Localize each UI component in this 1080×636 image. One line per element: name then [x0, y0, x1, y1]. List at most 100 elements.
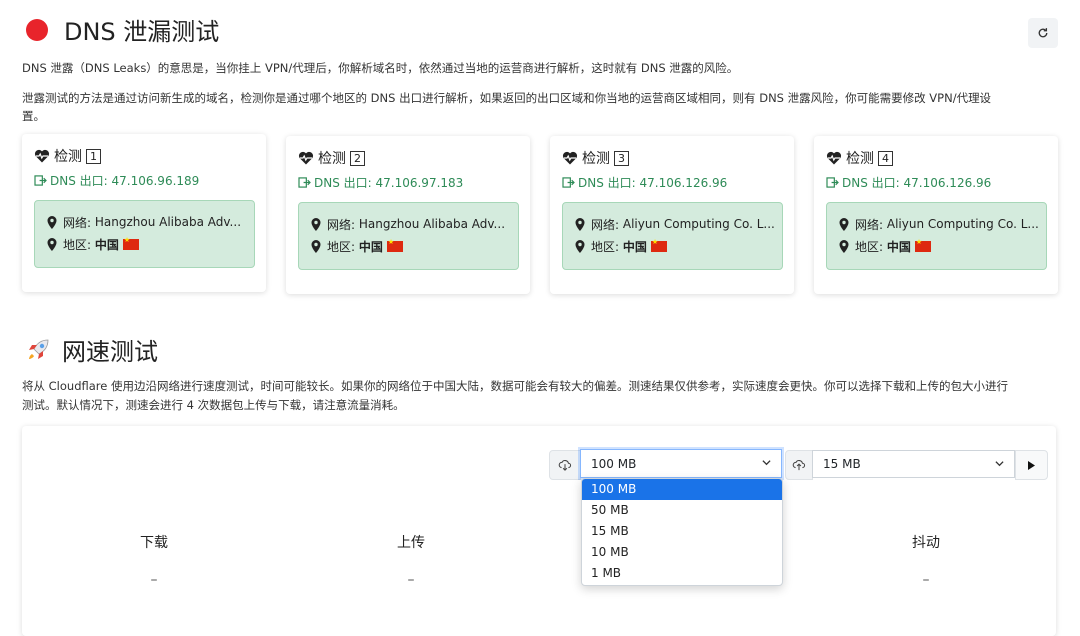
map-pin-icon [311, 239, 321, 253]
download-size-value: 100 MB [591, 456, 637, 471]
heartbeat-icon [34, 149, 50, 163]
region-line: 地区: 中国 [47, 233, 254, 255]
network-value: Aliyun Computing Co. L... [622, 217, 775, 231]
region-value: 中国 [622, 239, 647, 254]
region-label: 地区: [855, 239, 884, 254]
network-value: Hangzhou Alibaba Adv... [358, 217, 506, 231]
china-flag-icon [914, 238, 931, 252]
region-line: 地区: 中国 [575, 235, 782, 257]
map-pin-icon [839, 217, 849, 231]
card-number: 4 [878, 150, 893, 166]
download-size-select[interactable]: 100 MB [580, 449, 782, 478]
card-number: 3 [614, 150, 629, 166]
card-title: 检测 3 [562, 148, 629, 168]
region-line: 地区: 中国 [839, 235, 1046, 257]
refresh-button[interactable] [1028, 18, 1058, 48]
dropdown-option[interactable]: 1 MB [582, 563, 782, 584]
dns-test-card-2: 检测 2 DNS 出口: 47.106.97.183 网络: Hangzhou … [286, 136, 530, 294]
dns-description-2a: 泄露测试的方法是通过访问新生成的域名，检测你是通过哪个地区的 DNS 出口进行解… [22, 91, 992, 105]
map-pin-icon [575, 217, 585, 231]
map-pin-icon [47, 215, 57, 229]
map-pin-icon [47, 237, 57, 251]
region-line: 地区: 中国 [311, 235, 518, 257]
upload-size-value: 15 MB [823, 457, 861, 471]
cloud-download-icon [558, 460, 572, 471]
start-speed-test-button[interactable] [1015, 450, 1048, 480]
card-label: 检测 [54, 149, 82, 165]
network-label: 网络: [591, 217, 620, 232]
dns-test-card-3: 检测 3 DNS 出口: 47.106.126.96 网络: Aliyun Co… [550, 136, 794, 294]
dropdown-option[interactable]: 50 MB [582, 500, 782, 521]
refresh-icon [1038, 28, 1048, 38]
speed-title-text: 网速测试 [62, 338, 158, 366]
region-label: 地区: [327, 239, 356, 254]
network-label: 网络: [327, 217, 356, 232]
exit-icon [298, 177, 311, 188]
network-line: 网络: Aliyun Computing Co. L... [575, 213, 782, 235]
jitter-label: 抖动 [912, 535, 940, 551]
upload-size-select[interactable]: 15 MB [812, 450, 1015, 478]
speed-section-title: 网速测试 [24, 332, 158, 367]
download-size-addon [549, 450, 581, 480]
card-label: 检测 [846, 151, 874, 167]
heartbeat-icon [562, 151, 578, 165]
network-line: 网络: Aliyun Computing Co. L... [839, 213, 1046, 235]
upload-value: – [407, 572, 415, 588]
dns-exit: DNS 出口: 47.106.96.189 [34, 172, 199, 189]
heartbeat-icon [298, 151, 314, 165]
card-number: 1 [86, 148, 101, 164]
dns-exit-text: DNS 出口: 47.106.126.96 [578, 176, 728, 190]
china-flag-icon [386, 238, 403, 252]
card-title: 检测 2 [298, 148, 365, 168]
download-label: 下载 [140, 535, 168, 551]
exit-icon [826, 177, 839, 188]
region-label: 地区: [63, 237, 92, 252]
cloud-upload-icon [792, 460, 806, 471]
dns-section-title: DNS 泄漏测试 [26, 12, 219, 47]
card-number: 2 [350, 150, 365, 166]
chevron-down-icon [762, 460, 771, 466]
region-label: 地区: [591, 239, 620, 254]
region-value: 中国 [94, 237, 119, 252]
region-value: 中国 [358, 239, 383, 254]
network-label: 网络: [63, 215, 92, 230]
region-value: 中国 [886, 239, 911, 254]
card-label: 检测 [582, 151, 610, 167]
dns-exit-text: DNS 出口: 47.106.96.189 [50, 174, 200, 188]
download-size-dropdown: 100 MB 50 MB 15 MB 10 MB 1 MB [581, 478, 783, 586]
heartbeat-icon [826, 151, 842, 165]
dns-exit-text: DNS 出口: 47.106.126.96 [842, 176, 992, 190]
card-label: 检测 [318, 151, 346, 167]
network-value: Aliyun Computing Co. L... [886, 217, 1039, 231]
info-box: 网络: Aliyun Computing Co. L... 地区: 中国 [826, 202, 1047, 270]
rocket-icon [29, 339, 49, 359]
speed-description-2: 测试。默认情况下，测速会进行 4 次数据包上传与下载，请注意流量消耗。 [22, 398, 405, 412]
download-value: – [150, 572, 158, 588]
network-line: 网络: Hangzhou Alibaba Adv... [47, 211, 254, 233]
dns-title-text: DNS 泄漏测试 [64, 18, 220, 46]
info-box: 网络: Hangzhou Alibaba Adv... 地区: 中国 [34, 200, 255, 268]
dns-exit-text: DNS 出口: 47.106.97.183 [314, 176, 464, 190]
dns-description-1: DNS 泄露（DNS Leaks）的意思是，当你挂上 VPN/代理后，你解析域名… [22, 61, 739, 75]
dropdown-option[interactable]: 100 MB [582, 479, 782, 500]
china-flag-icon [650, 238, 667, 252]
map-pin-icon [839, 239, 849, 253]
exit-icon [34, 175, 47, 186]
dns-test-card-4: 检测 4 DNS 出口: 47.106.126.96 网络: Aliyun Co… [814, 136, 1058, 294]
jitter-value: – [922, 572, 930, 588]
exit-icon [562, 177, 575, 188]
dns-exit: DNS 出口: 47.106.126.96 [826, 174, 991, 191]
dns-exit: DNS 出口: 47.106.126.96 [562, 174, 727, 191]
dropdown-option[interactable]: 10 MB [582, 542, 782, 563]
dropdown-option[interactable]: 15 MB [582, 521, 782, 542]
info-box: 网络: Hangzhou Alibaba Adv... 地区: 中国 [298, 202, 519, 270]
dns-test-card-1: 检测 1 DNS 出口: 47.106.96.189 网络: Hangzhou … [22, 134, 266, 292]
dns-exit: DNS 出口: 47.106.97.183 [298, 174, 463, 191]
dns-description-2b: 置。 [22, 109, 45, 123]
speed-description-1: 将从 Cloudflare 使用边沿网络进行速度测试，时间可能较长。如果你的网络… [22, 379, 1008, 393]
card-title: 检测 1 [34, 146, 101, 166]
info-box: 网络: Aliyun Computing Co. L... 地区: 中国 [562, 202, 783, 270]
network-line: 网络: Hangzhou Alibaba Adv... [311, 213, 518, 235]
upload-size-addon [785, 450, 813, 480]
card-title: 检测 4 [826, 148, 893, 168]
